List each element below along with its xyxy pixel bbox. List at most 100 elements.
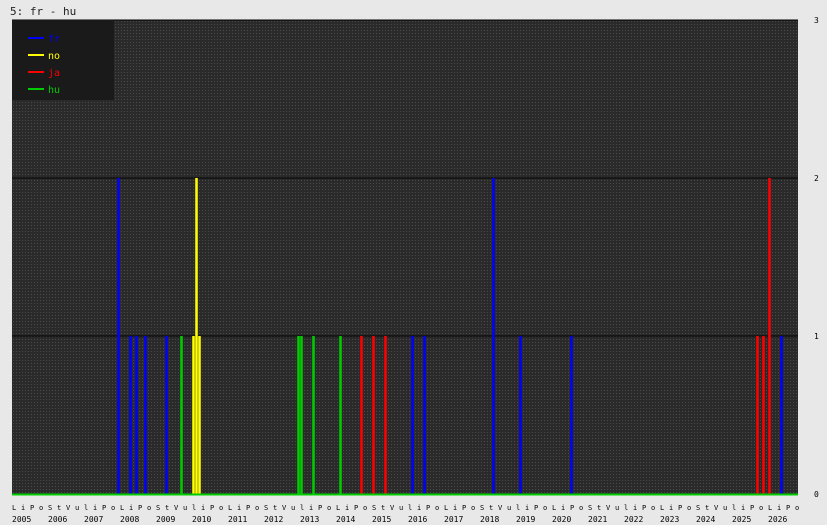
x-tick-label: L xyxy=(444,504,448,512)
x-axis: LiPoStVuliPoLiPoStVuliPoLiPoStVuliPoLiPo… xyxy=(12,504,799,524)
x-tick-label: P xyxy=(750,504,754,512)
bar-fr xyxy=(423,336,426,494)
x-tick-label: i xyxy=(633,504,637,512)
x-tick-label: L xyxy=(660,504,664,512)
x-tick-label: S xyxy=(48,504,52,512)
x-tick-label: i xyxy=(453,504,457,512)
x-tick-label: u xyxy=(183,504,187,512)
x-tick-label: i xyxy=(345,504,349,512)
x-tick-label: P xyxy=(678,504,682,512)
x-tick-label: P xyxy=(426,504,430,512)
year-label: 2005 xyxy=(12,515,31,524)
x-tick-label: i xyxy=(741,504,745,512)
bar-fr xyxy=(492,178,495,494)
y-tick-label: 2 xyxy=(814,174,819,183)
x-tick-label: l xyxy=(300,504,304,512)
x-tick-label: V xyxy=(282,504,287,512)
bar-no xyxy=(192,336,195,494)
x-tick-label: L xyxy=(768,504,772,512)
chart-title: 5: fr - hu xyxy=(10,5,76,18)
x-tick-label: l xyxy=(516,504,520,512)
x-tick-label: o xyxy=(363,504,367,512)
x-tick-label: i xyxy=(777,504,781,512)
x-tick-label: u xyxy=(507,504,511,512)
year-label: 2009 xyxy=(156,515,175,524)
x-tick-label: i xyxy=(669,504,673,512)
x-tick-label: P xyxy=(138,504,142,512)
year-label: 2006 xyxy=(48,515,67,524)
x-tick-label: u xyxy=(615,504,619,512)
year-label: 2023 xyxy=(660,515,679,524)
y-tick-label: 1 xyxy=(814,332,819,341)
bar-ja xyxy=(360,336,363,494)
year-label: 2025 xyxy=(732,515,751,524)
bar-fr xyxy=(780,336,783,494)
x-tick-label: u xyxy=(723,504,727,512)
x-tick-label: o xyxy=(795,504,799,512)
x-tick-label: V xyxy=(390,504,395,512)
x-tick-label: V xyxy=(66,504,71,512)
year-label: 2015 xyxy=(372,515,391,524)
year-label: 2012 xyxy=(264,515,283,524)
bar-fr xyxy=(144,336,147,494)
x-tick-label: i xyxy=(21,504,25,512)
legend-box xyxy=(12,20,114,100)
x-tick-label: u xyxy=(291,504,295,512)
x-tick-label: V xyxy=(714,504,719,512)
x-tick-label: t xyxy=(705,504,709,512)
year-label: 2021 xyxy=(588,515,607,524)
x-tick-label: P xyxy=(570,504,574,512)
x-tick-label: i xyxy=(309,504,313,512)
bar-fr xyxy=(519,336,522,494)
x-tick-label: S xyxy=(696,504,700,512)
x-tick-label: l xyxy=(624,504,628,512)
bar-ja xyxy=(762,336,765,494)
x-tick-label: P xyxy=(534,504,538,512)
bar-no xyxy=(198,336,201,494)
x-tick-label: o xyxy=(435,504,439,512)
chart: 5: fr - hu 0123 LiPoStVuliPoLiPoStVuliPo… xyxy=(10,5,819,524)
x-tick-label: P xyxy=(246,504,250,512)
bar-hu xyxy=(300,336,303,494)
x-tick-label: u xyxy=(75,504,79,512)
x-tick-label: o xyxy=(543,504,547,512)
year-label: 2013 xyxy=(300,515,319,524)
year-label: 2019 xyxy=(516,515,535,524)
year-label: 2008 xyxy=(120,515,139,524)
bar-fr xyxy=(135,336,138,494)
x-tick-label: L xyxy=(336,504,340,512)
x-tick-label: S xyxy=(372,504,376,512)
x-tick-label: i xyxy=(561,504,565,512)
x-tick-label: o xyxy=(147,504,151,512)
bar-hu xyxy=(297,336,300,494)
x-tick-label: i xyxy=(93,504,97,512)
year-label: 2022 xyxy=(624,515,643,524)
x-tick-label: P xyxy=(30,504,34,512)
x-tick-label: L xyxy=(228,504,232,512)
x-tick-label: P xyxy=(210,504,214,512)
x-tick-label: o xyxy=(111,504,115,512)
x-tick-label: i xyxy=(129,504,133,512)
x-tick-label: o xyxy=(255,504,259,512)
x-tick-label: P xyxy=(462,504,466,512)
year-label: 2010 xyxy=(192,515,211,524)
bar-fr xyxy=(129,336,132,494)
year-label: 2014 xyxy=(336,515,355,524)
x-tick-label: V xyxy=(174,504,179,512)
year-label: 2024 xyxy=(696,515,715,524)
legend-label: hu xyxy=(48,85,60,96)
year-label: 2011 xyxy=(228,515,247,524)
x-tick-label: t xyxy=(57,504,61,512)
y-tick-label: 3 xyxy=(814,16,819,25)
bar-fr xyxy=(165,336,168,494)
x-tick-label: i xyxy=(201,504,205,512)
x-tick-label: S xyxy=(588,504,592,512)
legend-label: fr xyxy=(48,34,60,45)
bar-ja xyxy=(768,178,771,494)
bar-fr xyxy=(117,178,120,494)
year-label: 2016 xyxy=(408,515,427,524)
x-tick-label: i xyxy=(525,504,529,512)
x-tick-label: o xyxy=(327,504,331,512)
x-tick-label: P xyxy=(318,504,322,512)
y-tick-label: 0 xyxy=(814,490,819,499)
